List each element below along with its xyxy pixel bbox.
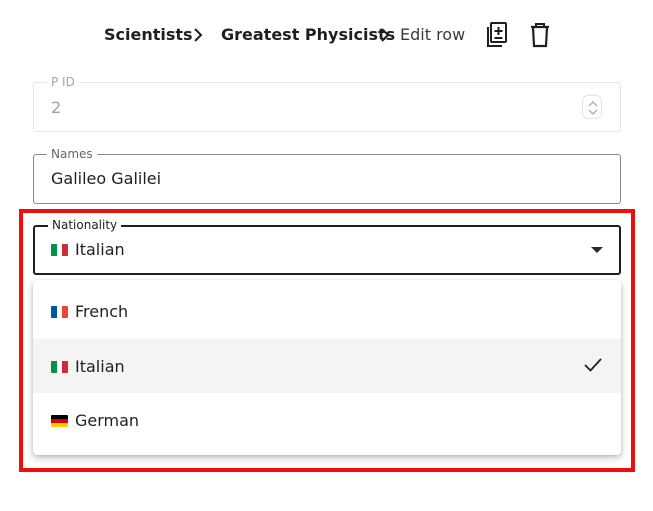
option-text: German bbox=[75, 411, 140, 430]
option-french[interactable]: French bbox=[33, 284, 621, 338]
header: Scientists Greatest Physicists Edit row bbox=[0, 0, 653, 70]
number-stepper[interactable] bbox=[582, 95, 602, 119]
option-german[interactable]: German bbox=[33, 393, 621, 447]
chevron-right-icon bbox=[194, 28, 203, 42]
checkmark-icon bbox=[584, 358, 602, 372]
names-value: Galileo Galilei bbox=[51, 169, 162, 188]
breadcrumb-greatest-physicists[interactable]: Greatest Physicists bbox=[221, 24, 395, 46]
nationality-value: Italian bbox=[51, 239, 125, 261]
nationality-label: Nationality bbox=[48, 218, 122, 232]
breadcrumb-scientists[interactable]: Scientists bbox=[104, 24, 193, 46]
nationality-select[interactable]: Nationality Italian bbox=[33, 218, 621, 275]
italy-flag-icon bbox=[51, 244, 68, 256]
option-label: French bbox=[51, 301, 128, 323]
names-label: Names bbox=[47, 147, 97, 161]
pid-value: 2 bbox=[51, 98, 62, 117]
duplicate-row-icon[interactable] bbox=[485, 21, 511, 49]
breadcrumb-current: Edit row bbox=[400, 25, 466, 44]
nationality-value-text: Italian bbox=[75, 240, 125, 259]
option-text: French bbox=[75, 302, 129, 321]
germany-flag-icon bbox=[51, 415, 68, 427]
pid-label: P ID bbox=[47, 75, 79, 89]
pid-field[interactable]: P ID 2 bbox=[33, 75, 621, 132]
italy-flag-icon bbox=[51, 361, 68, 373]
names-field[interactable]: Names Galileo Galilei bbox=[33, 147, 621, 204]
delete-icon[interactable] bbox=[527, 21, 553, 49]
france-flag-icon bbox=[51, 306, 68, 318]
chevron-right-icon bbox=[381, 28, 390, 42]
nationality-dropdown-menu: French Italian German bbox=[33, 280, 621, 455]
option-label: German bbox=[51, 410, 139, 432]
option-label: Italian bbox=[51, 356, 125, 378]
option-text: Italian bbox=[75, 357, 125, 376]
option-italian[interactable]: Italian bbox=[33, 339, 621, 393]
dropdown-arrow-icon[interactable] bbox=[591, 247, 603, 253]
stepper-arrows-icon bbox=[588, 101, 598, 115]
